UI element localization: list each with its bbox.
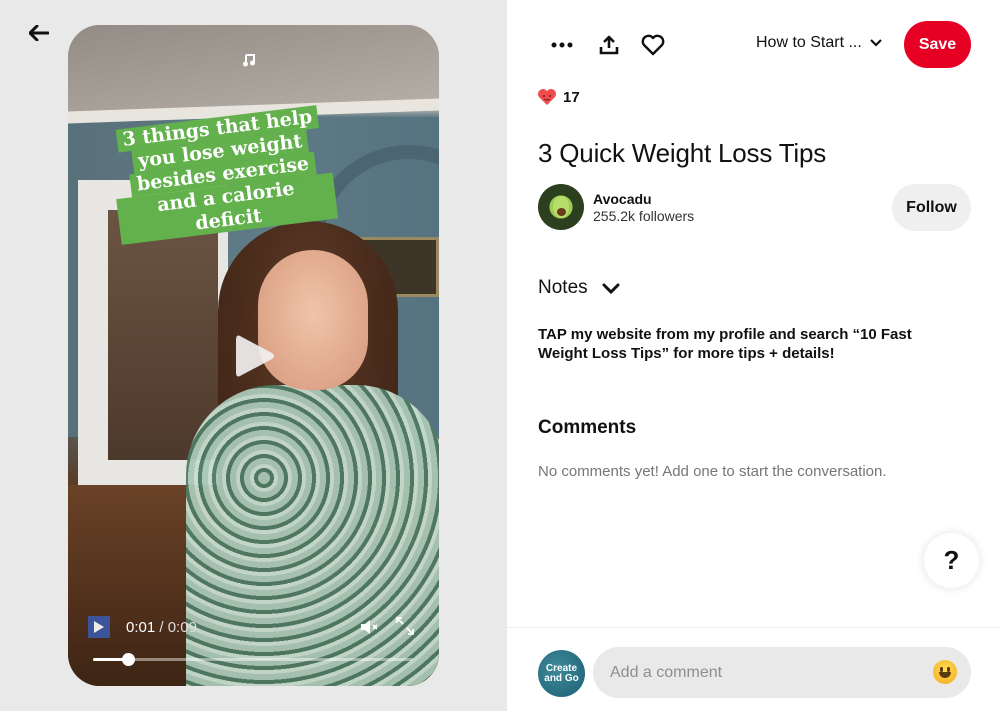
expand-icon — [396, 617, 414, 635]
video-controls: 0:01 / 0:09 — [68, 606, 439, 686]
music-note-icon — [242, 53, 256, 70]
play-icon — [94, 621, 104, 633]
speaker-muted-icon — [361, 620, 378, 634]
divider — [507, 627, 1000, 628]
help-button[interactable]: ? — [924, 533, 979, 588]
play-overlay-button[interactable] — [234, 332, 276, 380]
creator-followers: 255.2k followers — [593, 207, 695, 224]
board-selector[interactable]: How to Start ... — [756, 34, 882, 52]
current-time: 0:01 — [126, 619, 156, 636]
comment-input[interactable] — [593, 647, 971, 698]
follow-button[interactable]: Follow — [892, 184, 971, 231]
creator-text: Avocadu 255.2k followers — [593, 191, 694, 224]
user-avatar[interactable]: Create and Go — [538, 650, 585, 697]
play-button[interactable] — [88, 616, 110, 638]
comments-empty-state: No comments yet! Add one to start the co… — [538, 463, 887, 480]
mute-button[interactable] — [360, 618, 380, 636]
creator-name[interactable]: Avocadu — [593, 191, 694, 207]
video-progress-slider[interactable] — [93, 653, 413, 666]
notes-text: TAP my website from my profile and searc… — [538, 326, 912, 362]
heart-icon — [641, 34, 665, 56]
notes-toggle[interactable]: Notes — [538, 277, 620, 299]
creator-info: Avocadu 255.2k followers — [538, 184, 694, 230]
share-button[interactable] — [594, 30, 624, 60]
chevron-down-icon — [602, 283, 620, 294]
share-icon — [599, 35, 619, 55]
avatar-avocado-mouth — [557, 208, 566, 216]
reactions[interactable]: 17 — [537, 88, 580, 106]
chevron-down-icon — [870, 39, 882, 47]
play-icon — [236, 335, 274, 377]
fullscreen-button[interactable] — [395, 616, 415, 636]
video-player[interactable]: 3 things that help you lose weight besid… — [68, 25, 439, 686]
user-avatar-text: and Go — [544, 672, 579, 684]
more-options-icon — [551, 42, 573, 48]
comments-header: Comments — [538, 417, 637, 438]
back-button[interactable] — [26, 20, 52, 46]
creator-avatar[interactable] — [538, 184, 584, 230]
board-name: How to Start ... — [756, 34, 862, 51]
question-mark-icon: ? — [943, 545, 960, 575]
pin-title: 3 Quick Weight Loss Tips — [538, 138, 827, 168]
time-separator: / — [155, 619, 168, 636]
arrow-left-icon — [29, 25, 49, 41]
reaction-count: 17 — [563, 88, 580, 106]
user-avatar-text: Create — [545, 662, 578, 674]
notes-header: Notes — [538, 277, 588, 298]
more-options-button[interactable] — [547, 30, 577, 60]
save-button[interactable]: Save — [904, 21, 971, 68]
media-pane: 3 things that help you lose weight besid… — [0, 0, 507, 711]
pin-details-pane: How to Start ... Save 17 3 Quick Weight … — [507, 0, 1000, 711]
duration: 0:09 — [167, 619, 197, 636]
emoji-picker-button[interactable] — [933, 660, 957, 684]
video-time: 0:01 / 0:09 — [126, 619, 197, 636]
progress-knob[interactable] — [122, 653, 136, 666]
heart-face-reaction-icon — [538, 89, 556, 105]
like-button[interactable] — [638, 30, 668, 60]
smiley-face-icon — [939, 672, 951, 678]
